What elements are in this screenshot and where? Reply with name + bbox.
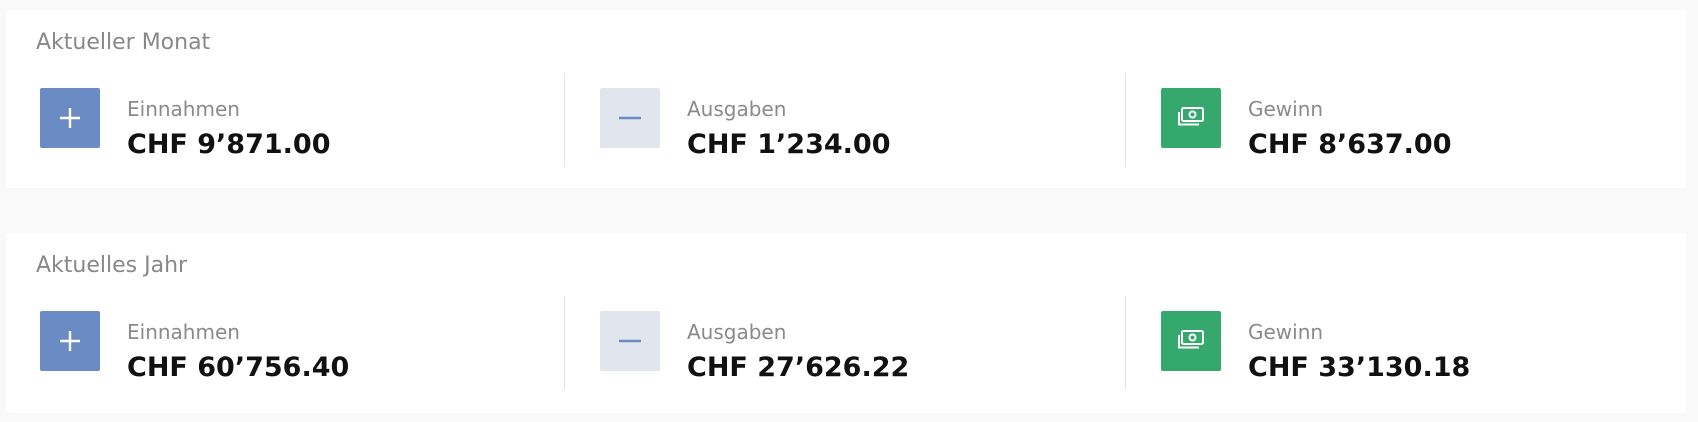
current-year-stats: Einnahmen CHF 60’756.40 Ausgaben CHF 27’…: [6, 296, 1686, 390]
current-month-stats: Einnahmen CHF 9’871.00 Ausgaben CHF 1’23…: [6, 73, 1686, 167]
divider: [564, 296, 565, 390]
plus-icon: [40, 311, 100, 371]
money-icon: [1161, 88, 1221, 148]
minus-icon: [600, 311, 660, 371]
month-income-label: Einnahmen: [127, 97, 240, 121]
money-icon: [1161, 311, 1221, 371]
divider: [564, 73, 565, 167]
month-income-value: CHF 9’871.00: [127, 129, 331, 160]
current-year-title: Aktuelles Jahr: [36, 253, 188, 278]
divider: [1125, 296, 1126, 390]
month-profit-label: Gewinn: [1248, 97, 1324, 121]
year-profit-label: Gewinn: [1248, 320, 1324, 344]
year-income-value: CHF 60’756.40: [127, 352, 350, 383]
month-expense-value: CHF 1’234.00: [687, 129, 891, 160]
month-profit-value: CHF 8’637.00: [1248, 129, 1452, 160]
month-expense-label: Ausgaben: [687, 97, 787, 121]
plus-icon: [40, 88, 100, 148]
year-profit-value: CHF 33’130.18: [1248, 352, 1471, 383]
current-month-title: Aktueller Monat: [36, 30, 211, 55]
divider: [1125, 73, 1126, 167]
current-year-card: Aktuelles Jahr Einnahmen CHF 60’756.40 A…: [6, 233, 1686, 413]
current-month-card: Aktueller Monat Einnahmen CHF 9’871.00 A…: [6, 10, 1686, 188]
year-expense-value: CHF 27’626.22: [687, 352, 910, 383]
year-expense-label: Ausgaben: [687, 320, 787, 344]
minus-icon: [600, 88, 660, 148]
year-income-label: Einnahmen: [127, 320, 240, 344]
